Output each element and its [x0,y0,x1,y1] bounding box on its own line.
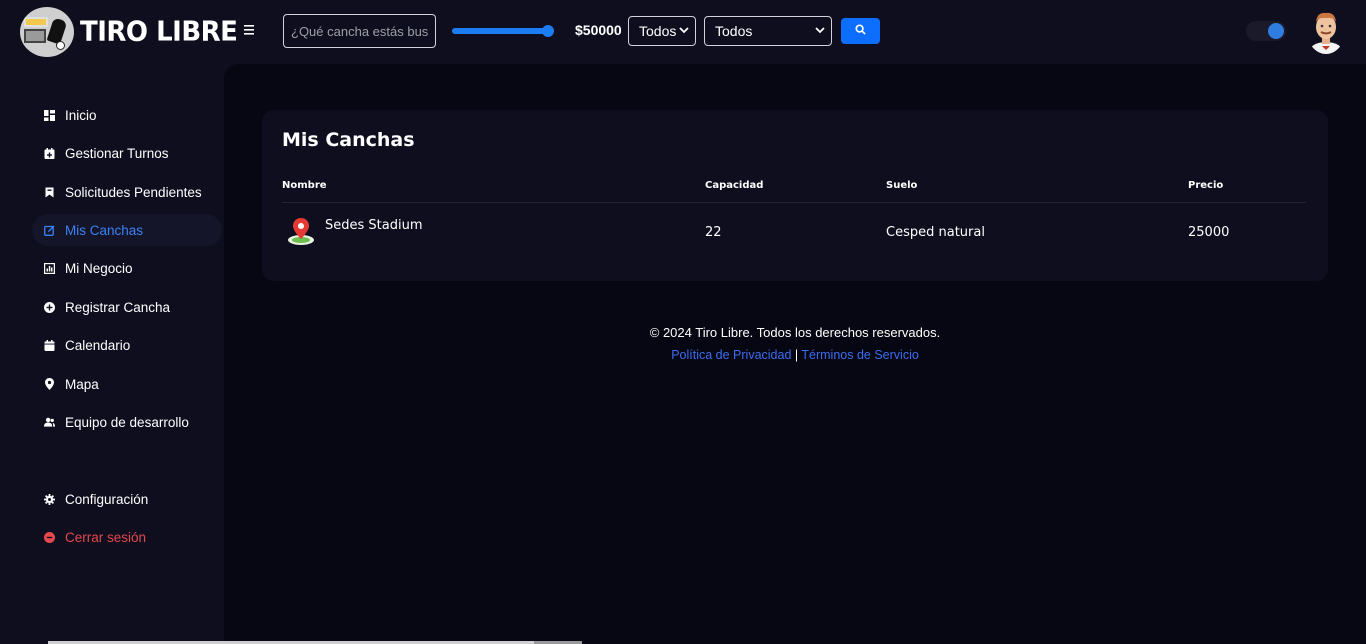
price-slider[interactable] [452,25,554,37]
footer-links: Política de Privacidad | Términos de Ser… [224,348,1366,362]
sidebar-item-inicio[interactable]: Inicio [32,99,222,131]
bookmark-icon [44,187,55,198]
chevron-down-icon [679,25,689,37]
page-title: Mis Canchas [282,129,415,151]
privacy-link[interactable]: Política de Privacidad [671,348,791,362]
sidebar-item-label: Inicio [65,107,97,123]
map-pin-icon [44,378,55,390]
dashboard-icon [44,109,55,121]
sidebar-item-label: Gestionar Turnos [65,145,169,161]
calendar-icon [44,339,55,351]
logo-badge-icon [20,7,74,57]
sidebar-item-registrar-cancha[interactable]: Registrar Cancha [32,291,222,323]
column-header-capacidad: Capacidad [705,180,764,191]
filter-select-2[interactable]: Todos [704,16,832,46]
column-header-suelo: Suelo [886,180,918,191]
sidebar-item-label: Configuración [65,491,149,507]
sidebar-item-mis-canchas[interactable]: Mis Canchas [32,214,222,246]
footer-separator: | [794,348,799,362]
sidebar-item-label: Mis Canchas [65,222,144,238]
price-slider-thumb[interactable] [542,25,554,37]
footer-copyright: © 2024 Tiro Libre. Todos los derechos re… [649,325,941,340]
sidebar-item-solicitudes-pendientes[interactable]: Solicitudes Pendientes [32,176,222,208]
cancha-surface: Cesped natural [886,225,985,240]
search-icon [855,22,866,40]
theme-toggle-knob [1268,23,1284,39]
sidebar-item-label: Equipo de desarrollo [65,414,189,430]
main-content: Mis Canchas Nombre Capacidad Suelo Preci… [224,64,1366,644]
cancha-name: Sedes Stadium [325,218,423,233]
search-input[interactable] [283,14,436,48]
calendar-plus-icon [44,147,55,159]
sidebar-item-label: Solicitudes Pendientes [65,184,202,200]
users-icon [44,417,55,428]
sidebar-item-configuracion[interactable]: Configuración [32,483,222,515]
sidebar-item-label: Mi Negocio [65,260,133,276]
logout-icon [44,531,55,543]
map-pin-field-icon [287,216,315,251]
cancha-capacity: 22 [705,225,722,240]
price-slider-track [452,28,554,34]
sidebar-item-gestionar-turnos[interactable]: Gestionar Turnos [32,137,222,169]
brand-logo[interactable]: TIRO LIBRE [20,7,238,57]
plus-circle-icon [44,301,55,313]
avatar[interactable] [1307,8,1345,54]
sidebar-item-cerrar-sesion[interactable]: Cerrar sesión [32,521,222,553]
filter-select-1[interactable]: Todos [628,16,696,46]
brand-name: TIRO LIBRE [80,16,238,48]
search-button[interactable] [841,18,880,44]
sidebar-item-mi-negocio[interactable]: Mi Negocio [32,252,222,284]
sidebar-item-calendario[interactable]: Calendario [32,329,222,361]
sidebar-item-label: Mapa [65,376,99,392]
sidebar-item-mapa[interactable]: Mapa [32,368,222,400]
hamburger-icon[interactable] [244,22,256,40]
edit-icon [44,225,55,236]
theme-toggle[interactable] [1246,21,1286,41]
gear-icon [44,493,55,505]
top-navbar: TIRO LIBRE $50000 Todos Todos [0,0,1366,64]
terms-link[interactable]: Términos de Servicio [801,348,918,362]
chevron-down-icon [815,25,825,37]
sidebar-item-label: Registrar Cancha [65,299,171,315]
sidebar: Inicio Gestionar Turnos Solicitudes Pend… [0,64,224,644]
filter-select-2-value: Todos [715,23,753,39]
sidebar-item-label: Cerrar sesión [65,529,147,545]
chart-icon [44,262,55,274]
column-header-nombre: Nombre [282,180,327,191]
column-header-precio: Precio [1188,180,1224,191]
price-label: $50000 [575,22,622,38]
canchas-card: Mis Canchas Nombre Capacidad Suelo Preci… [262,110,1328,281]
sidebar-item-equipo-de-desarrollo[interactable]: Equipo de desarrollo [32,406,222,438]
sidebar-item-label: Calendario [65,337,131,353]
table-divider [282,202,1306,203]
cancha-price: 25000 [1188,225,1230,240]
filter-select-1-value: Todos [639,23,677,39]
